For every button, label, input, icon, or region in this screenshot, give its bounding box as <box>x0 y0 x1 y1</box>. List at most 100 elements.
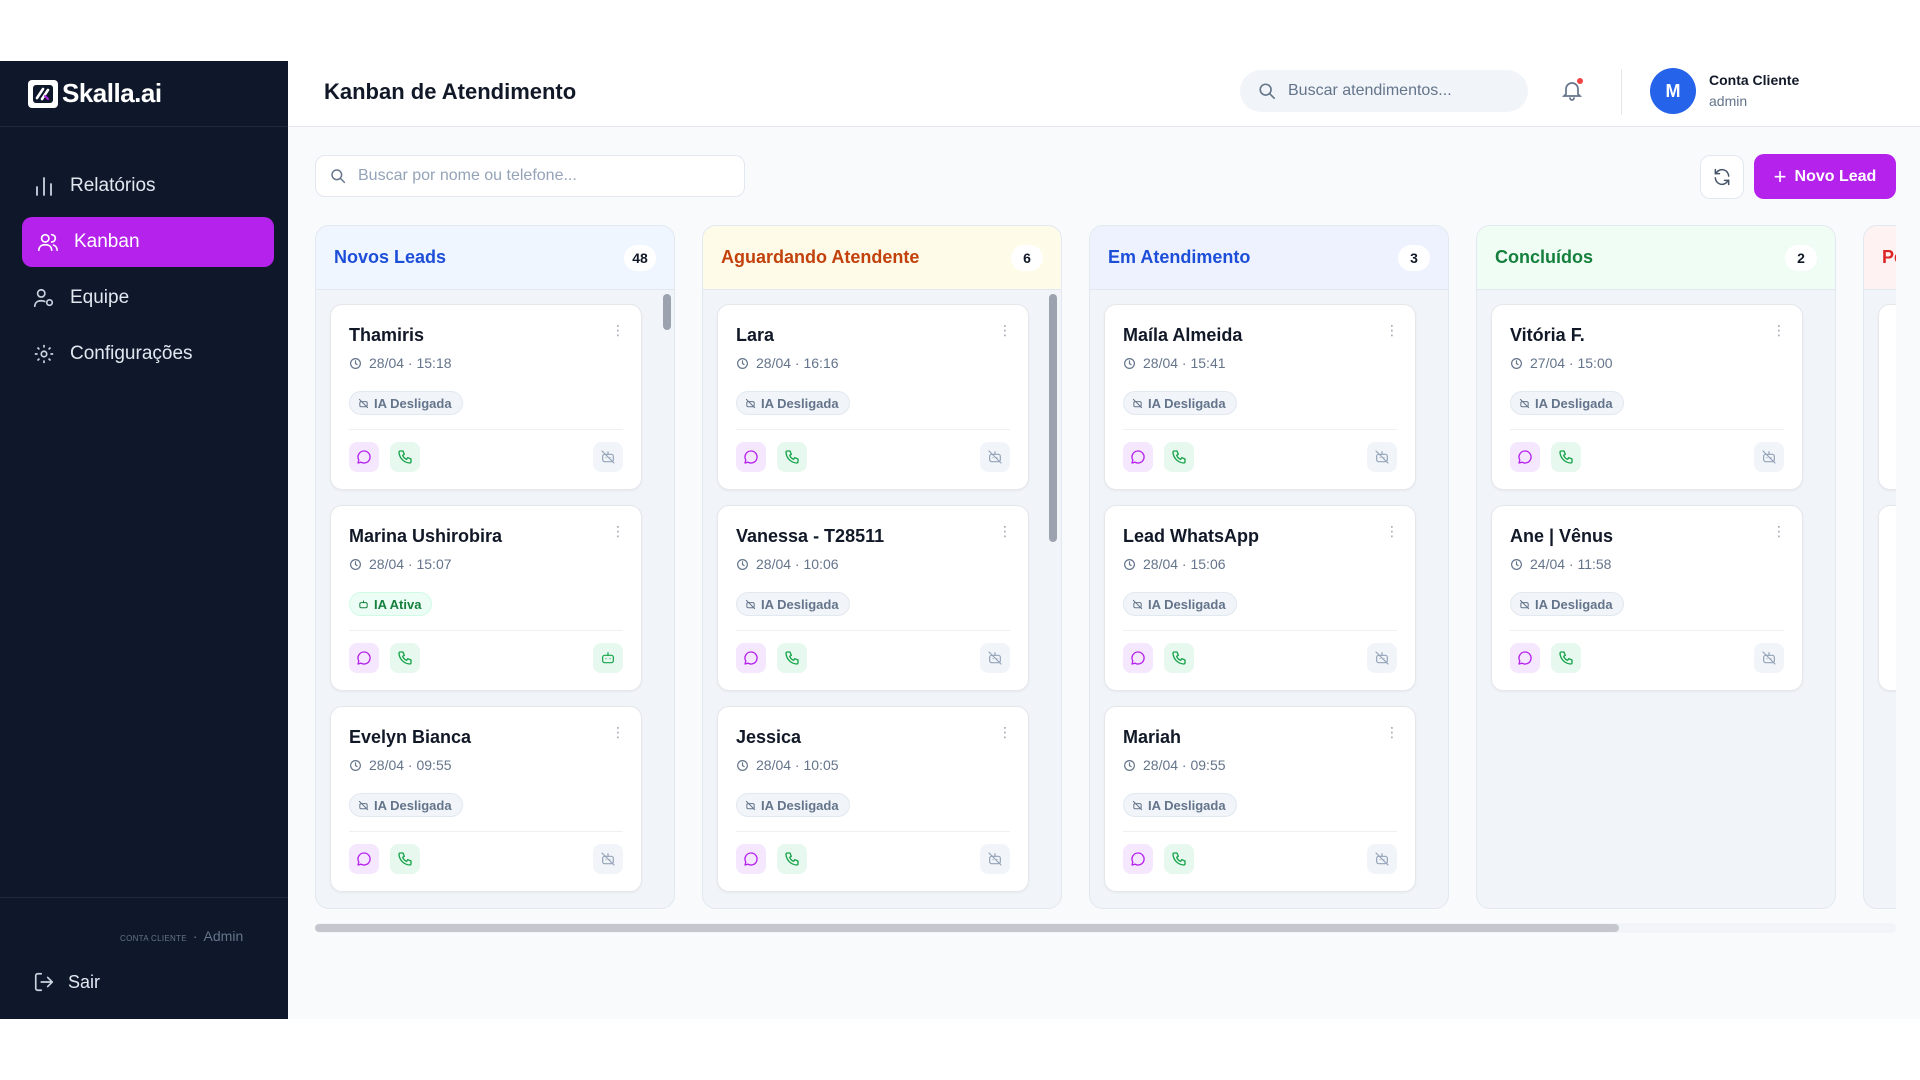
lead-card[interactable]: Lead WhatsApp ⋮ 28/04 · 15:06 IA Desligada <box>1104 505 1416 691</box>
lead-card[interactable] <box>1878 304 1896 490</box>
sidebar-item-equipe[interactable]: Equipe <box>22 273 274 323</box>
logo-mark-icon <box>28 79 58 108</box>
lead-card[interactable]: Maíla Almeida ⋮ 28/04 · 15:41 IA Desligada <box>1104 304 1416 490</box>
lead-card[interactable]: Vanessa - T28511 ⋮ 28/04 · 10:06 IA Desliga… <box>717 505 1029 691</box>
call-button[interactable] <box>1551 442 1581 472</box>
call-button[interactable] <box>1164 844 1194 874</box>
lead-card[interactable]: Lara ⋮ 28/04 · 16:16 IA Desligada <box>717 304 1029 490</box>
ai-toggle-button[interactable] <box>1367 643 1397 673</box>
sidebar-item-relatorios[interactable]: Relatórios <box>22 161 274 211</box>
ai-status-label: IA Desligada <box>1148 395 1226 411</box>
phone-icon <box>784 851 800 867</box>
chat-button[interactable] <box>736 643 766 673</box>
column-scrollbar[interactable] <box>1049 294 1057 542</box>
lead-card[interactable]: Marina Ushirobira ⋮ 28/04 · 15:07 IA Ativa <box>330 505 642 691</box>
lead-search-input[interactable]: Buscar por nome ou telefone... <box>315 155 745 197</box>
more-options-icon[interactable]: ⋮ <box>1772 323 1786 337</box>
more-options-icon[interactable]: ⋮ <box>611 323 625 337</box>
ai-status-label: IA Desligada <box>374 395 452 411</box>
ai-status-badge: IA Desligada <box>1123 391 1237 415</box>
ai-toggle-button[interactable] <box>1367 844 1397 874</box>
ai-toggle-button[interactable] <box>593 442 623 472</box>
column-header[interactable]: Novos Leads 48 <box>316 226 674 290</box>
lead-time-text: 28/04 · 15:06 <box>1143 556 1226 572</box>
call-button[interactable] <box>390 442 420 472</box>
ai-toggle-button[interactable] <box>980 643 1010 673</box>
chat-button[interactable] <box>1510 442 1540 472</box>
lead-card[interactable]: Vitória F. ⋮ 27/04 · 15:00 IA Desligada <box>1491 304 1803 490</box>
bot-off-icon <box>745 599 756 610</box>
column-header[interactable]: Aguardando Atendente 6 <box>703 226 1061 290</box>
ai-toggle-button[interactable] <box>593 643 623 673</box>
chat-button[interactable] <box>349 844 379 874</box>
clock-icon <box>349 759 362 772</box>
chat-button[interactable] <box>736 442 766 472</box>
lead-timestamp: 28/04 · 15:06 <box>1123 556 1226 572</box>
lead-time-text: 28/04 · 15:41 <box>1143 355 1226 371</box>
chat-bubble-icon <box>356 851 372 867</box>
call-button[interactable] <box>777 442 807 472</box>
column-scrollbar[interactable] <box>663 294 671 330</box>
main-content: Kanban de Atendimento Buscar atendimento… <box>288 61 1920 1019</box>
avatar[interactable]: M <box>1650 68 1696 114</box>
chat-button[interactable] <box>1123 442 1153 472</box>
chat-button[interactable] <box>349 643 379 673</box>
ai-toggle-button[interactable] <box>1754 442 1784 472</box>
chat-button[interactable] <box>349 442 379 472</box>
more-options-icon[interactable]: ⋮ <box>1385 725 1399 739</box>
ai-status-badge: IA Desligada <box>736 592 850 616</box>
more-options-icon[interactable]: ⋮ <box>1385 524 1399 538</box>
lead-card[interactable]: Thamiris ⋮ 28/04 · 15:18 IA Desligada <box>330 304 642 490</box>
call-button[interactable] <box>1164 643 1194 673</box>
card-divider <box>1510 429 1784 430</box>
call-button[interactable] <box>390 844 420 874</box>
more-options-icon[interactable]: ⋮ <box>611 725 625 739</box>
brand-name: Skalla.ai <box>62 78 162 108</box>
notifications-button[interactable] <box>1560 78 1584 102</box>
more-options-icon[interactable]: ⋮ <box>998 524 1012 538</box>
call-button[interactable] <box>777 643 807 673</box>
more-options-icon[interactable]: ⋮ <box>998 725 1012 739</box>
more-options-icon[interactable]: ⋮ <box>1385 323 1399 337</box>
column-header[interactable]: Pe <box>1864 226 1896 290</box>
kanban-column: Novos Leads 48 Thamiris ⋮ 28/04 · 15:18 IA De… <box>315 225 675 909</box>
bot-off-icon <box>1761 449 1777 465</box>
more-options-icon[interactable]: ⋮ <box>1772 524 1786 538</box>
ai-toggle-button[interactable] <box>593 844 623 874</box>
call-button[interactable] <box>1551 643 1581 673</box>
brand-logo[interactable]: Skalla.ai <box>0 61 288 127</box>
card-divider <box>349 429 623 430</box>
ai-toggle-button[interactable] <box>980 844 1010 874</box>
ai-toggle-button[interactable] <box>1367 442 1397 472</box>
ai-toggle-button[interactable] <box>980 442 1010 472</box>
bot-off-icon <box>358 800 369 811</box>
global-search-input[interactable]: Buscar atendimentos... <box>1240 70 1528 112</box>
call-button[interactable] <box>777 844 807 874</box>
call-button[interactable] <box>390 643 420 673</box>
logout-button[interactable]: Sair <box>32 970 100 994</box>
new-lead-button[interactable]: + Novo Lead <box>1754 154 1896 199</box>
horizontal-scrollbar-thumb[interactable] <box>315 924 1619 932</box>
lead-card[interactable]: Ane | Vênus ⋮ 24/04 · 11:58 IA Desligada <box>1491 505 1803 691</box>
column-header[interactable]: Em Atendimento 3 <box>1090 226 1448 290</box>
chat-button[interactable] <box>1123 844 1153 874</box>
ai-toggle-button[interactable] <box>1754 643 1784 673</box>
horizontal-scrollbar[interactable] <box>315 923 1896 933</box>
refresh-button[interactable] <box>1700 155 1744 199</box>
call-button[interactable] <box>1164 442 1194 472</box>
bot-off-icon <box>1132 599 1143 610</box>
lead-card[interactable]: Evelyn Bianca ⋮ 28/04 · 09:55 IA Desligada <box>330 706 642 892</box>
lead-card[interactable] <box>1878 505 1896 691</box>
chat-button[interactable] <box>1510 643 1540 673</box>
sidebar-item-configuracoes[interactable]: Configurações <box>22 329 274 379</box>
column-header[interactable]: Concluídos 2 <box>1477 226 1835 290</box>
sidebar-item-kanban[interactable]: Kanban <box>22 217 274 267</box>
chat-button[interactable] <box>1123 643 1153 673</box>
chat-button[interactable] <box>736 844 766 874</box>
column-count-badge: 48 <box>624 244 656 271</box>
lead-card[interactable]: Jessica ⋮ 28/04 · 10:05 IA Desligada <box>717 706 1029 892</box>
clock-icon <box>736 558 749 571</box>
lead-card[interactable]: Mariah ⋮ 28/04 · 09:55 IA Desligada <box>1104 706 1416 892</box>
more-options-icon[interactable]: ⋮ <box>998 323 1012 337</box>
more-options-icon[interactable]: ⋮ <box>611 524 625 538</box>
